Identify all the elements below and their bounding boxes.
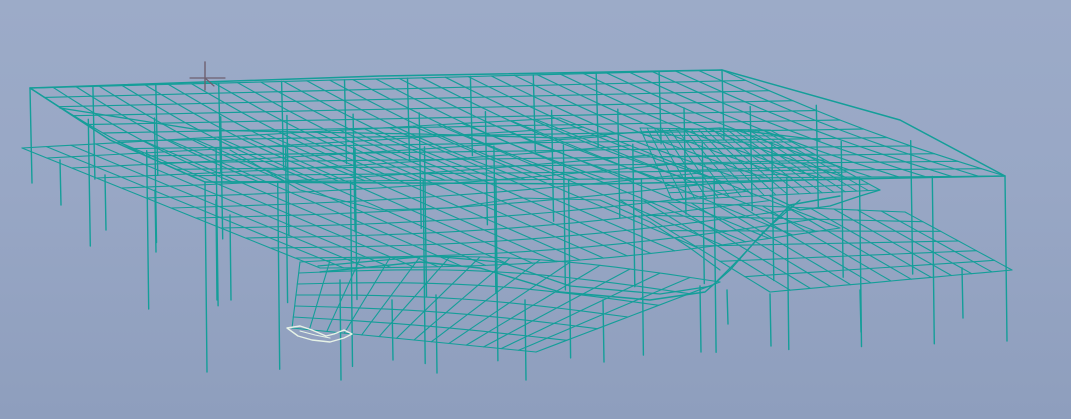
column — [524, 299, 527, 381]
grid-line — [744, 259, 995, 278]
column — [699, 285, 702, 353]
column — [204, 181, 208, 373]
grid-line — [75, 86, 259, 183]
column — [59, 159, 62, 206]
grid-line — [144, 84, 339, 182]
grid-line — [29, 69, 723, 89]
column — [602, 299, 605, 363]
ramp-edge — [317, 199, 801, 295]
grid-line — [719, 250, 977, 262]
grid-line — [291, 327, 537, 353]
structural-wireframe-model[interactable] — [0, 0, 1071, 419]
column — [769, 293, 772, 347]
grid-line — [299, 256, 721, 283]
column — [532, 74, 536, 153]
column — [1004, 175, 1008, 342]
column — [910, 139, 914, 275]
column — [931, 175, 935, 345]
column — [87, 118, 92, 247]
column — [349, 180, 354, 368]
grid-line — [375, 78, 606, 180]
selected-member — [299, 330, 331, 339]
column — [29, 87, 33, 184]
column — [154, 189, 157, 253]
grid-line — [669, 230, 942, 232]
lower-floor-grid — [21, 117, 1013, 293]
column — [435, 294, 438, 374]
grid-line — [421, 77, 659, 180]
grid-line — [642, 134, 782, 137]
grid-line — [260, 81, 473, 181]
column — [640, 177, 645, 356]
3d-model-viewport[interactable] — [0, 0, 1071, 419]
column — [859, 289, 862, 333]
grid-line — [721, 69, 1006, 177]
grid-line — [644, 214, 924, 223]
column — [215, 199, 218, 301]
grid-line — [769, 269, 1013, 293]
column — [104, 174, 107, 231]
column — [961, 267, 964, 319]
column — [726, 289, 729, 325]
column — [145, 149, 150, 310]
